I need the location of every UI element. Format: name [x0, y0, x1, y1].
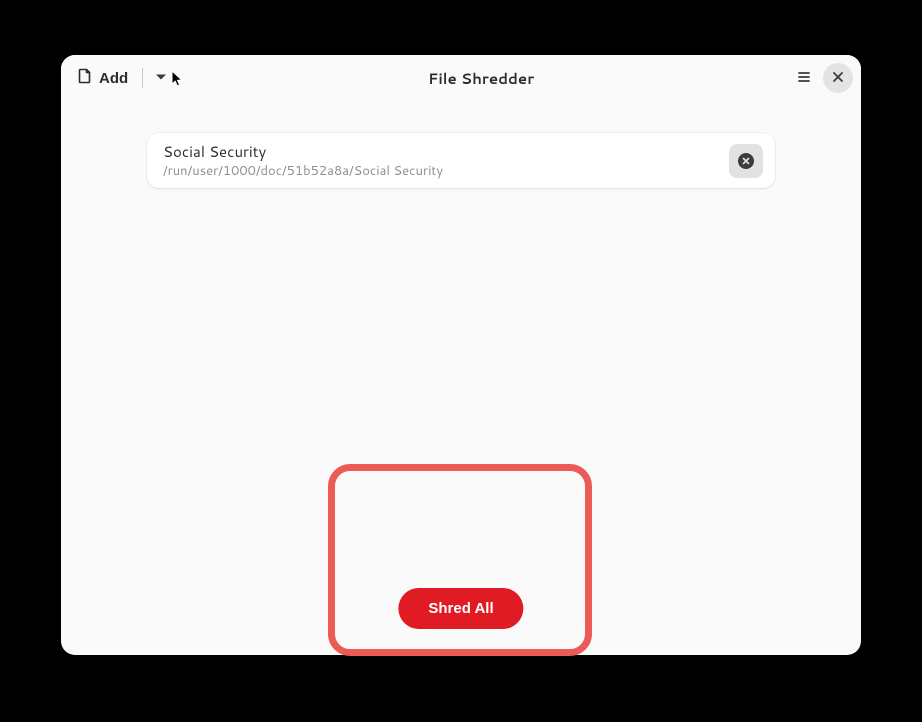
app-window: Add File Shredder: [61, 55, 861, 655]
close-window-button[interactable]: [823, 63, 853, 93]
file-info: Social Security /run/user/1000/doc/51b52…: [163, 142, 717, 179]
add-button-label: Add: [99, 70, 128, 87]
file-path: /run/user/1000/doc/51b52a8a/Social Secur…: [163, 163, 717, 180]
window-title: File Shredder: [173, 68, 789, 89]
remove-file-button[interactable]: [729, 144, 763, 178]
close-icon: [831, 70, 845, 87]
add-button[interactable]: Add: [69, 64, 136, 92]
headerbar-left: Add: [69, 64, 173, 92]
remove-circle-icon: [738, 153, 754, 169]
hamburger-menu-button[interactable]: [789, 63, 819, 93]
headerbar: Add File Shredder: [61, 55, 861, 101]
content-area: Social Security /run/user/1000/doc/51b52…: [61, 101, 861, 655]
chevron-down-icon: [155, 71, 167, 86]
shred-all-button[interactable]: Shred All: [398, 588, 523, 629]
headerbar-right: [789, 63, 853, 93]
document-add-icon: [77, 68, 93, 88]
toolbar-divider: [142, 68, 143, 88]
file-name: Social Security: [163, 142, 717, 162]
file-row: Social Security /run/user/1000/doc/51b52…: [147, 133, 775, 188]
hamburger-icon: [797, 70, 811, 87]
add-dropdown-button[interactable]: [149, 67, 173, 90]
